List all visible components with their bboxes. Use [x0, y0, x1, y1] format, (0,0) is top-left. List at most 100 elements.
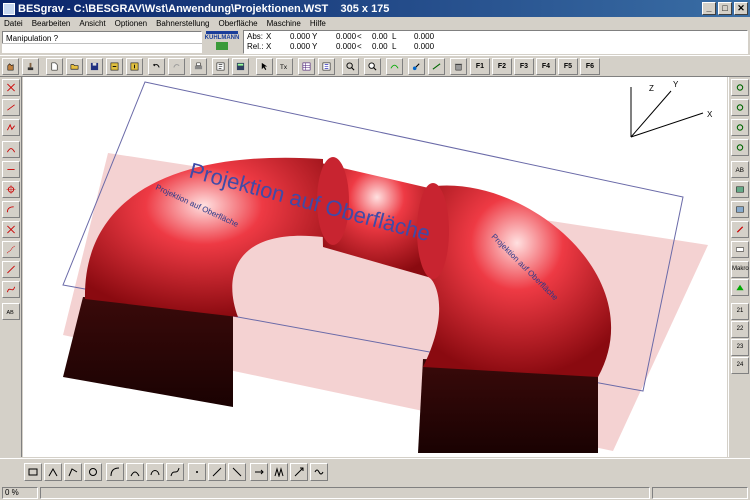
cross-icon[interactable] — [2, 161, 20, 178]
logo-text: KUHLMANN — [204, 35, 240, 41]
undo-icon[interactable] — [148, 58, 165, 75]
app-icon — [3, 2, 15, 15]
minimize-button[interactable]: _ — [702, 2, 716, 15]
line-icon[interactable] — [2, 79, 20, 96]
print-icon[interactable] — [190, 58, 207, 75]
trim-icon[interactable] — [270, 463, 288, 481]
offset-icon[interactable] — [250, 463, 268, 481]
menu-maschine[interactable]: Maschine — [263, 19, 306, 28]
save-icon[interactable] — [86, 58, 103, 75]
extend-icon[interactable] — [290, 463, 308, 481]
new-file-icon[interactable] — [46, 58, 63, 75]
sweep-icon[interactable] — [428, 58, 445, 75]
text-box-icon[interactable]: AB — [731, 161, 749, 178]
image-icon[interactable] — [731, 201, 749, 218]
stamp-icon[interactable] — [22, 58, 39, 75]
f4-button[interactable]: F4 — [536, 58, 556, 75]
select-icon[interactable] — [256, 58, 273, 75]
paint-icon[interactable] — [408, 58, 425, 75]
spreadsheet-icon[interactable] — [298, 58, 315, 75]
mirror-icon[interactable] — [228, 463, 246, 481]
menu-optionen[interactable]: Optionen — [111, 19, 152, 28]
rotate-icon[interactable] — [208, 463, 226, 481]
status-bar: 0 % — [0, 486, 750, 500]
curve-icon[interactable] — [126, 463, 144, 481]
menu-bearbeiten[interactable]: Bearbeiten — [28, 19, 76, 28]
redo-icon[interactable] — [168, 58, 185, 75]
macro-21-button[interactable]: 21 — [731, 303, 749, 320]
macro-23-button[interactable]: 23 — [731, 339, 749, 356]
text-icon[interactable] — [212, 58, 229, 75]
crosshair-icon[interactable] — [2, 181, 20, 198]
axis-z-label: Z — [649, 84, 654, 93]
keyboard-icon[interactable] — [731, 241, 749, 258]
arc-icon[interactable] — [106, 463, 124, 481]
zoom-3d-icon[interactable] — [386, 58, 403, 75]
menu-bahnerstellung[interactable]: Bahnerstellung — [152, 19, 214, 28]
trash-icon[interactable] — [450, 58, 467, 75]
menu-datei[interactable]: Datei — [0, 19, 28, 28]
menu-hilfe[interactable]: Hilfe — [306, 19, 331, 28]
gear-icon[interactable] — [731, 99, 749, 116]
maximize-button[interactable]: □ — [718, 2, 732, 15]
drawing-canvas[interactable]: Z Y X Projektion auf Oberfläche Projekti… — [23, 77, 727, 457]
rel-coords-row: Rel.: X 0.000 Y 0.000 < 0.00 L 0.000 — [247, 42, 435, 51]
f3-button[interactable]: F3 — [514, 58, 534, 75]
open-folder-icon[interactable] — [66, 58, 83, 75]
ab-icon[interactable]: AB — [2, 303, 20, 320]
f5-button[interactable]: F5 — [558, 58, 578, 75]
menu-oberflaeche[interactable]: Oberfläche — [214, 19, 262, 28]
left-toolbar: AB — [0, 77, 22, 457]
green-arrow-icon[interactable] — [731, 279, 749, 296]
hand-icon[interactable] — [2, 58, 19, 75]
mode-text: Manipulation ? — [6, 34, 59, 43]
f1-button[interactable]: F1 — [470, 58, 490, 75]
svg-text:Tx: Tx — [280, 64, 288, 71]
close-button[interactable]: ✕ — [734, 2, 748, 15]
rel-y-value: 0.000 — [336, 42, 357, 51]
polyline-icon[interactable] — [44, 463, 62, 481]
axis-y-label: Y — [673, 80, 679, 89]
list-icon[interactable] — [318, 58, 335, 75]
menu-ansicht[interactable]: Ansicht — [75, 19, 110, 28]
macro-24-button[interactable]: 24 — [731, 357, 749, 374]
axis-x-label: X — [707, 110, 713, 119]
arc-icon[interactable] — [2, 221, 20, 238]
zoom-window-icon[interactable] — [342, 58, 359, 75]
coordinate-display: Abs: X 0.000 Y 0.000 < 0.00 L 0.000 Rel.… — [243, 30, 748, 54]
abs-x-value: 0.000 — [290, 32, 311, 41]
status-message — [40, 487, 650, 499]
polygon-icon[interactable] — [64, 463, 82, 481]
macro-22-button[interactable]: 22 — [731, 321, 749, 338]
axis-gizmo — [630, 87, 704, 138]
ellipse-icon[interactable] — [146, 463, 164, 481]
wave-icon[interactable] — [310, 463, 328, 481]
zoom-icon[interactable] — [364, 58, 381, 75]
export-icon[interactable] — [126, 58, 143, 75]
arrow-red-icon[interactable] — [731, 221, 749, 238]
diagonal-icon[interactable] — [2, 261, 20, 278]
spline-icon[interactable] — [2, 281, 20, 298]
image-icon[interactable] — [731, 181, 749, 198]
line-angle-icon[interactable] — [2, 99, 20, 116]
bezier-icon[interactable] — [166, 463, 184, 481]
curve-icon[interactable] — [2, 141, 20, 158]
gear-icon[interactable] — [731, 139, 749, 156]
text-align-icon[interactable]: Tx — [276, 58, 293, 75]
circle-icon[interactable] — [2, 201, 20, 218]
f2-button[interactable]: F2 — [492, 58, 512, 75]
circle-icon[interactable] — [84, 463, 102, 481]
polyline-icon[interactable] — [2, 119, 20, 136]
gear-icon[interactable] — [731, 119, 749, 136]
makro-button[interactable]: Makro — [731, 261, 749, 278]
rel-l-value: 0.000 — [414, 42, 435, 51]
import-icon[interactable] — [106, 58, 123, 75]
rectangle-icon[interactable] — [24, 463, 42, 481]
right-toolbar: AB Makro 21 22 23 24 — [728, 77, 750, 457]
point-icon[interactable] — [188, 463, 206, 481]
star-icon[interactable] — [2, 241, 20, 258]
gear-icon[interactable] — [731, 79, 749, 96]
bottom-toolbar — [0, 458, 750, 484]
f6-button[interactable]: F6 — [580, 58, 600, 75]
calculator-icon[interactable] — [232, 58, 249, 75]
